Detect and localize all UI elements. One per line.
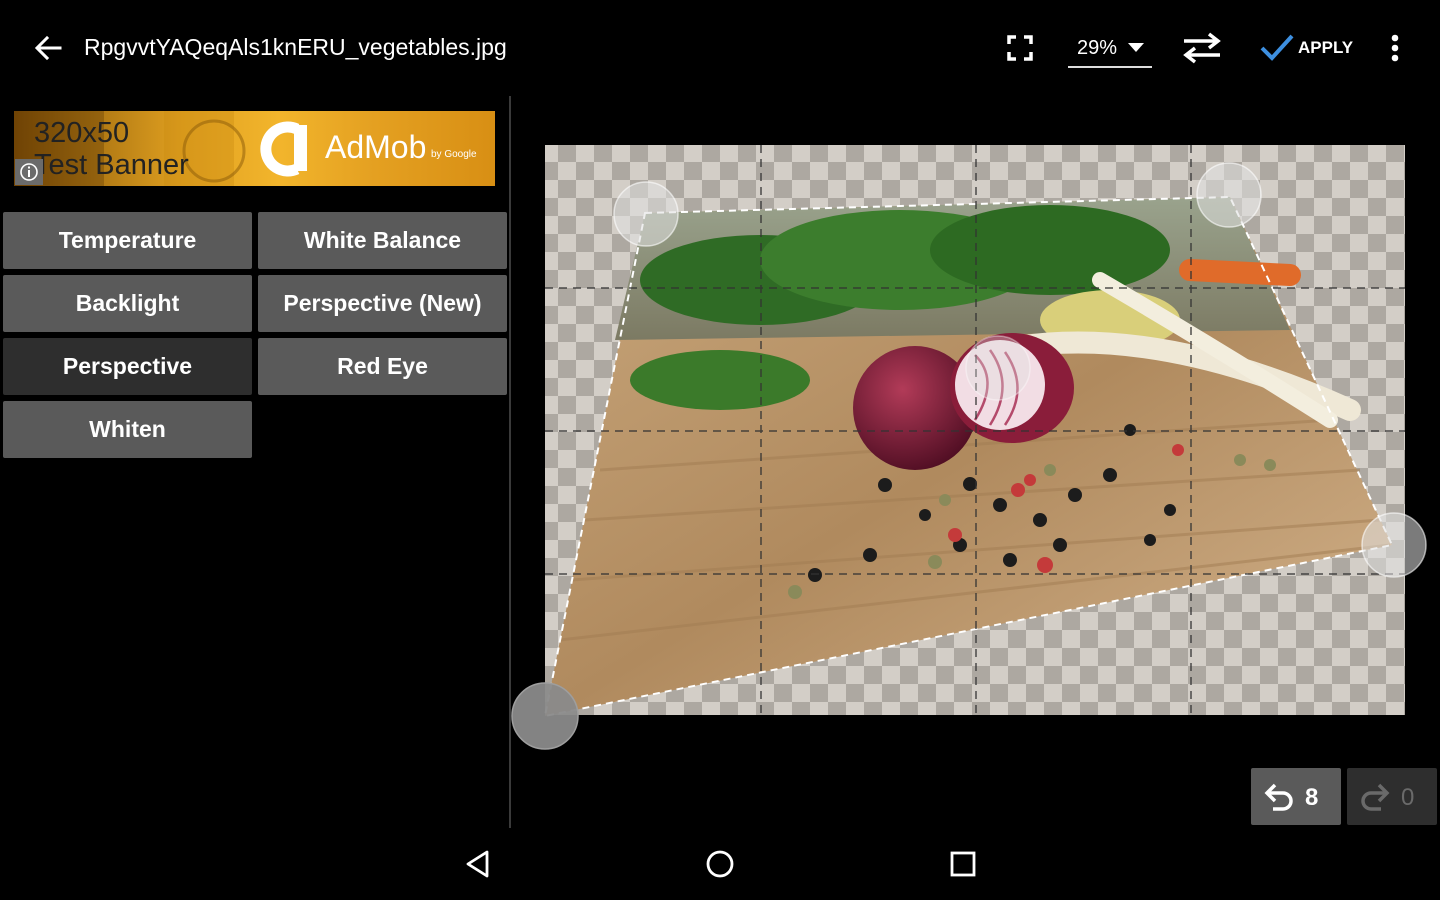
zoom-dropdown[interactable]: 29%: [1068, 30, 1152, 68]
corner-handle-bottom-right[interactable]: [1361, 512, 1427, 578]
nav-back-button[interactable]: [460, 846, 496, 882]
tool-backlight[interactable]: Backlight: [3, 275, 252, 332]
tool-whiten[interactable]: Whiten: [3, 401, 252, 458]
image-canvas[interactable]: [510, 96, 1440, 836]
ad-banner-text: Test Banner: [34, 149, 189, 181]
top-app-bar: RpgvvtYAQeqAls1knERU_vegetables.jpg 29% …: [0, 0, 1440, 96]
swap-button[interactable]: [1180, 30, 1224, 66]
redo-count: 0: [1401, 784, 1415, 811]
center-handle[interactable]: [965, 335, 1031, 401]
nav-home-icon: [706, 850, 734, 878]
chevron-down-icon: [1128, 43, 1144, 52]
ad-byline: by Google: [431, 149, 477, 160]
tool-white-balance[interactable]: White Balance: [258, 212, 507, 269]
undo-icon: [1264, 783, 1293, 811]
ad-size-text: 320x50: [34, 117, 130, 149]
tool-perspective[interactable]: Perspective: [3, 338, 252, 395]
swap-icon: [1183, 32, 1221, 64]
tool-temperature[interactable]: Temperature: [3, 212, 252, 269]
redo-icon: [1361, 783, 1390, 811]
corner-handle-bottom-left[interactable]: [511, 682, 579, 750]
ad-brand: AdMob: [325, 129, 427, 165]
ad-banner[interactable]: 320x50 Test Banner AdMob by Google: [14, 111, 495, 186]
undo-button[interactable]: 8: [1251, 768, 1341, 825]
undo-count: 8: [1305, 784, 1319, 811]
nav-back-icon: [466, 850, 489, 878]
tool-perspective-new[interactable]: Perspective (New): [258, 275, 507, 332]
redo-button[interactable]: 0: [1347, 768, 1437, 825]
arrow-back-icon: [34, 35, 62, 61]
apply-button[interactable]: APPLY: [1258, 30, 1362, 66]
file-title: RpgvvtYAQeqAls1knERU_vegetables.jpg: [84, 34, 507, 60]
check-icon: [1260, 34, 1294, 61]
fullscreen-button[interactable]: [1002, 30, 1038, 66]
corner-handle-top-left[interactable]: [613, 181, 679, 247]
fullscreen-icon: [1007, 35, 1033, 61]
zoom-value: 29%: [1077, 37, 1118, 59]
nav-recents-icon: [950, 851, 976, 877]
apply-label: APPLY: [1298, 38, 1354, 57]
more-options-button[interactable]: [1380, 30, 1410, 66]
corner-handle-top-right[interactable]: [1196, 162, 1262, 228]
admob-logo-icon: [260, 121, 307, 177]
more-vert-icon: [1391, 34, 1399, 62]
back-button[interactable]: [30, 30, 66, 66]
nav-recents-button[interactable]: [945, 846, 981, 882]
nav-home-button[interactable]: [702, 846, 738, 882]
info-icon: [20, 163, 38, 181]
tool-red-eye[interactable]: Red Eye: [258, 338, 507, 395]
ad-info-button[interactable]: [15, 159, 43, 185]
